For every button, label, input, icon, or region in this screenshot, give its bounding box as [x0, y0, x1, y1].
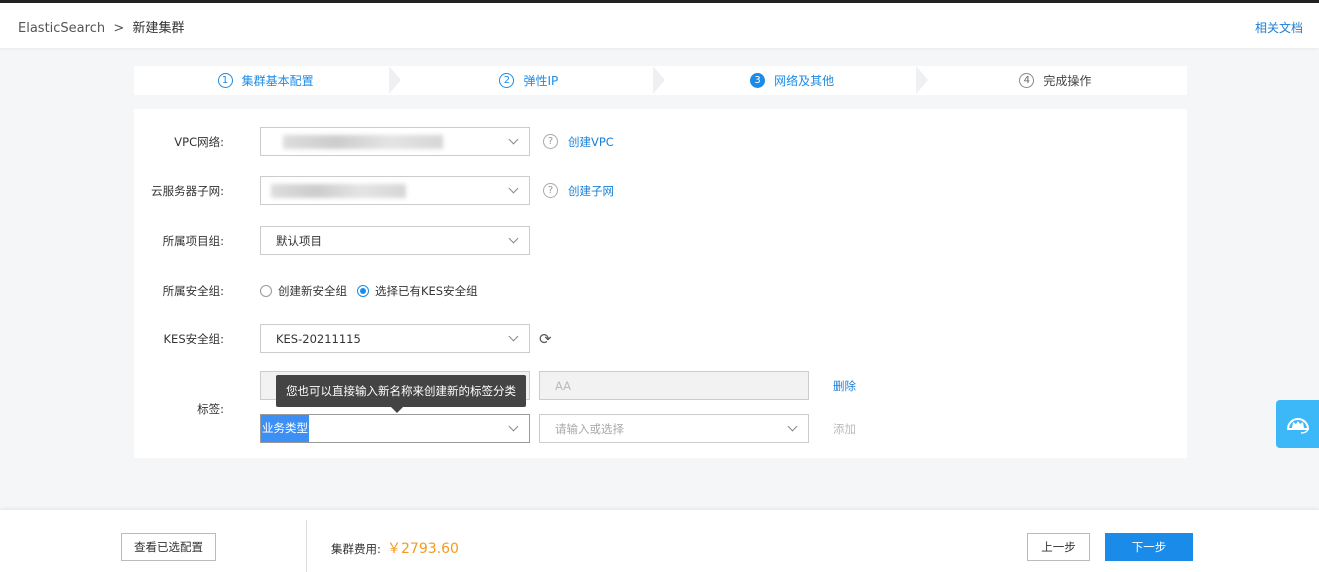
fee-value: ￥2793.60: [387, 541, 459, 557]
view-config-button[interactable]: 查看已选配置: [121, 533, 216, 561]
step-number: 1: [217, 73, 233, 88]
tag-value-input[interactable]: 请输入或选择: [539, 414, 809, 443]
kes-value: KES-20211115: [276, 331, 361, 346]
create-subnet-link[interactable]: 创建子网: [568, 183, 614, 199]
redacted-value: [283, 134, 443, 149]
add-tag-link[interactable]: 添加: [833, 421, 856, 437]
step-1: 1 集群基本配置: [134, 66, 397, 95]
vpc-label: VPC网络:: [174, 134, 224, 149]
step-label: 完成操作: [1043, 74, 1092, 88]
breadcrumb-root[interactable]: ElasticSearch: [18, 21, 105, 36]
breadcrumb-separator: >: [113, 21, 125, 36]
radio-icon: [260, 285, 272, 297]
step-label: 网络及其他: [774, 74, 835, 88]
chevron-down-icon: [508, 331, 519, 342]
chevron-down-icon: [508, 134, 519, 145]
stepper: 1 集群基本配置 2 弹性IP 3 网络及其他 4 完成操作: [134, 66, 1187, 95]
next-step-button[interactable]: 下一步: [1105, 533, 1193, 561]
chevron-down-icon: [508, 183, 519, 194]
step-3: 3 网络及其他: [652, 66, 924, 95]
step-number: 3: [750, 73, 766, 88]
step-number: 4: [1019, 73, 1035, 88]
tags-label: 标签:: [197, 402, 224, 416]
fee-label: 集群费用:: [331, 542, 381, 556]
step-label: 弹性IP: [523, 74, 559, 88]
radio-new-secgroup[interactable]: 创建新安全组: [260, 283, 347, 299]
radio-label: 创建新安全组: [278, 284, 347, 298]
subnet-select[interactable]: [260, 176, 530, 205]
tag-value-1: AA: [539, 371, 809, 400]
tooltip: 您也可以直接输入新名称来创建新的标签分类: [276, 375, 526, 413]
kes-secgroup-select[interactable]: KES-20211115: [260, 324, 530, 353]
radio-checked-icon: [357, 285, 369, 297]
breadcrumb-current: 新建集群: [132, 21, 185, 36]
secgroup-label: 所属安全组:: [162, 284, 224, 298]
project-select[interactable]: 默认项目: [260, 226, 530, 255]
create-vpc-link[interactable]: 创建VPC: [568, 134, 614, 150]
prev-step-button[interactable]: 上一步: [1027, 533, 1090, 561]
radio-label: 选择已有KES安全组: [375, 284, 478, 298]
step-2: 2 弹性IP: [389, 66, 660, 95]
docs-link[interactable]: 相关文档: [1255, 19, 1303, 36]
radio-existing-secgroup[interactable]: 选择已有KES安全组: [357, 283, 478, 299]
top-bar: ElasticSearch > 新建集群 相关文档: [0, 0, 1319, 48]
delete-tag-link[interactable]: 删除: [833, 378, 856, 394]
chevron-down-icon: [508, 233, 519, 244]
chat-bot-icon: [1286, 418, 1309, 434]
help-icon[interactable]: ?: [543, 134, 558, 149]
step-4: 4 完成操作: [915, 66, 1187, 95]
support-chat-button[interactable]: [1276, 400, 1319, 448]
kes-secgroup-label: KES安全组:: [163, 331, 224, 346]
tag-key-input[interactable]: 业务类型: [260, 414, 530, 443]
tag-value-text: AA: [555, 378, 572, 393]
vpc-select[interactable]: [260, 127, 530, 156]
chevron-down-icon: [508, 421, 519, 432]
divider: [306, 520, 307, 572]
chevron-down-icon: [787, 421, 798, 432]
subnet-label: 云服务器子网:: [151, 183, 224, 198]
refresh-icon[interactable]: ⟳: [539, 330, 552, 348]
project-value: 默认项目: [276, 233, 322, 248]
footer-bar: 查看已选配置 集群费用: ￥2793.60 上一步 下一步: [0, 510, 1319, 572]
redacted-value: [271, 183, 406, 198]
help-icon[interactable]: ?: [543, 183, 558, 198]
project-label: 所属项目组:: [162, 233, 224, 248]
tag-value-placeholder: 请输入或选择: [555, 421, 624, 436]
step-number: 2: [499, 73, 515, 88]
breadcrumb: ElasticSearch > 新建集群: [18, 17, 185, 36]
tag-key-selected-text: 业务类型: [261, 415, 309, 442]
step-label: 集群基本配置: [241, 74, 314, 88]
